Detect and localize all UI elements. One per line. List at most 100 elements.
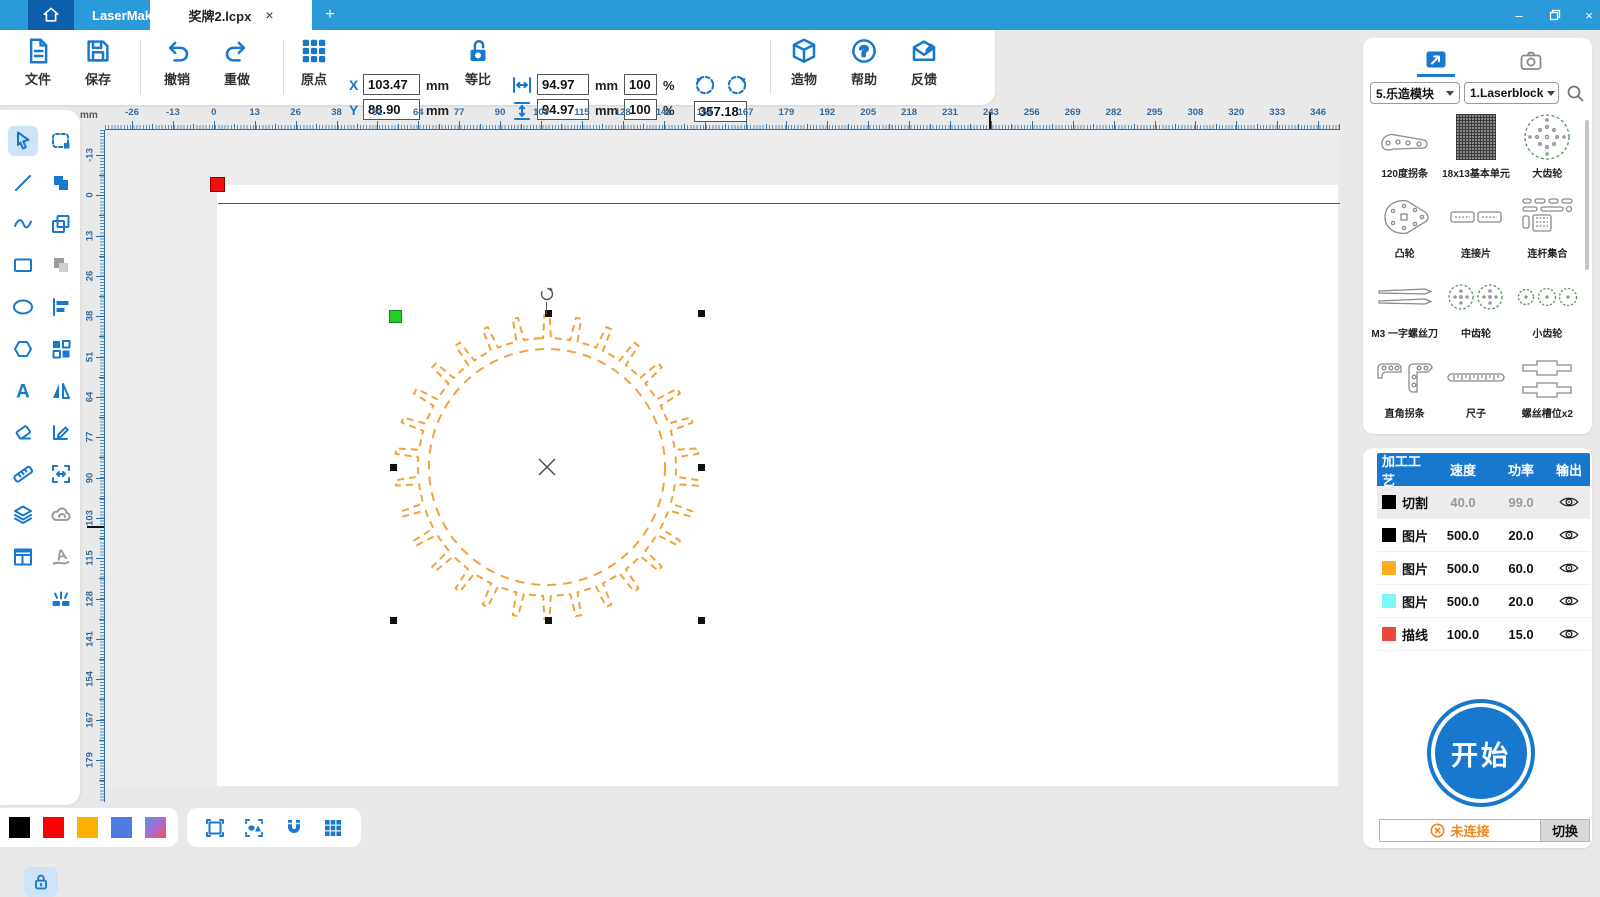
power-value[interactable]: 20.0 (1494, 594, 1548, 609)
connection-status[interactable]: 未连接 (1380, 820, 1540, 841)
origin-button[interactable]: 原点 (288, 36, 340, 100)
subtract-tool[interactable] (46, 250, 76, 280)
library-item[interactable]: M3 一字螺丝刀 (1369, 268, 1440, 340)
palette-gradient[interactable] (145, 817, 166, 838)
rectangle-tool[interactable] (8, 250, 38, 280)
library-item[interactable]: 螺丝槽位x2 (1512, 348, 1583, 420)
horizontal-ruler[interactable]: -26 -13 0 13 26 38 51 64 77 90 103 115 128 141 154 167 1… (105, 106, 1340, 130)
library-item[interactable]: 连接片 (1440, 188, 1511, 260)
selection-handle-bottomleft[interactable] (390, 617, 397, 624)
start-button[interactable]: 开始 (1427, 699, 1535, 807)
save-button[interactable]: 保存 (72, 36, 124, 100)
search-icon[interactable] (1566, 84, 1585, 103)
connection-switch-button[interactable]: 切换 (1540, 820, 1589, 841)
angle-measure-tool[interactable] (46, 417, 76, 447)
power-value[interactable]: 15.0 (1494, 627, 1548, 642)
power-value[interactable]: 99.0 (1494, 495, 1548, 510)
lock-ratio-button[interactable]: 等比 (452, 36, 504, 100)
speed-value[interactable]: 500.0 (1432, 594, 1494, 609)
library-item[interactable]: 120度拐条 (1369, 108, 1440, 180)
canvas-lock-button[interactable] (24, 867, 58, 897)
array-tool[interactable] (46, 334, 76, 364)
maximize-button[interactable] (1538, 0, 1572, 30)
x-input[interactable] (363, 74, 420, 95)
eye-icon[interactable] (1559, 594, 1579, 608)
text-path-tool[interactable]: A (46, 542, 76, 572)
eye-icon[interactable] (1559, 495, 1579, 509)
snap-magnet-icon[interactable] (282, 816, 306, 840)
ruler-tool[interactable] (8, 459, 38, 489)
break-apart-tool[interactable] (46, 583, 76, 613)
feedback-button[interactable]: 反馈 (898, 36, 950, 100)
library-pack-dropdown[interactable]: 1.Laserblock (1464, 82, 1559, 104)
mirror-tool[interactable] (46, 376, 76, 406)
weld-tool[interactable] (46, 500, 76, 530)
frame-tool-icon[interactable] (203, 816, 227, 840)
palette-orange[interactable] (77, 817, 98, 838)
selection-handle-right[interactable] (698, 464, 705, 471)
rotation-handle-icon[interactable] (538, 285, 556, 303)
library-item[interactable]: 连杆集合 (1512, 188, 1583, 260)
home-button[interactable] (28, 0, 74, 30)
library-item[interactable]: 18x13基本单元 (1440, 108, 1511, 180)
line-tool[interactable] (8, 168, 38, 198)
tab-close-icon[interactable]: × (265, 7, 273, 23)
minimize-button[interactable]: – (1502, 0, 1536, 30)
close-button[interactable]: × (1572, 0, 1600, 30)
speed-value[interactable]: 100.0 (1432, 627, 1494, 642)
align-tool[interactable] (46, 292, 76, 322)
file-button[interactable]: 文件 (12, 36, 64, 100)
library-scrollbar[interactable] (1585, 120, 1589, 270)
selection-handle-topright[interactable] (698, 310, 705, 317)
library-item[interactable]: 凸轮 (1369, 188, 1440, 260)
process-row-cut[interactable]: 切割 40.0 99.0 (1377, 486, 1590, 519)
polygon-tool[interactable] (8, 334, 38, 364)
power-value[interactable]: 20.0 (1494, 528, 1548, 543)
gear-drawing[interactable] (105, 130, 1340, 786)
undo-button[interactable]: 撤销 (151, 36, 203, 100)
speed-value[interactable]: 500.0 (1432, 561, 1494, 576)
process-row-image2[interactable]: 图片 500.0 60.0 (1377, 552, 1590, 585)
speed-value[interactable]: 500.0 (1432, 528, 1494, 543)
eye-icon[interactable] (1559, 627, 1579, 641)
create-button[interactable]: 造物 (778, 36, 830, 100)
select-objects-icon[interactable] (242, 816, 266, 840)
table-tool[interactable] (8, 542, 38, 572)
select-tool[interactable] (8, 126, 38, 156)
library-category-dropdown[interactable]: 5.乐造模块 (1370, 82, 1460, 104)
document-tab[interactable]: 奖牌2.lcpx × (150, 0, 312, 30)
process-row-trace[interactable]: 描线 100.0 15.0 (1377, 618, 1590, 651)
selection-handle-topleft-green[interactable] (389, 310, 402, 323)
new-tab-button[interactable]: + (318, 0, 342, 30)
ellipse-tool[interactable] (8, 292, 38, 322)
process-row-image3[interactable]: 图片 500.0 20.0 (1377, 585, 1590, 618)
help-button[interactable]: ? 帮助 (838, 36, 890, 100)
power-value[interactable]: 60.0 (1494, 561, 1548, 576)
marquee-select-tool[interactable] (46, 126, 76, 156)
camera-tab-icon[interactable] (1519, 49, 1543, 73)
curve-tool[interactable] (8, 209, 38, 239)
eye-icon[interactable] (1559, 561, 1579, 575)
library-item[interactable]: 中齿轮 (1440, 268, 1511, 340)
library-item[interactable]: 小齿轮 (1512, 268, 1583, 340)
redo-button[interactable]: 重做 (211, 36, 263, 100)
palette-black[interactable] (9, 817, 30, 838)
selection-handle-bottom[interactable] (545, 617, 552, 624)
eraser-tool[interactable] (8, 417, 38, 447)
palette-red[interactable] (43, 817, 64, 838)
library-item[interactable]: 大齿轮 (1512, 108, 1583, 180)
duplicate-tool[interactable] (46, 209, 76, 239)
rotate-cw-icon[interactable] (724, 72, 750, 98)
rotate-ccw-icon[interactable] (692, 72, 718, 98)
library-item[interactable]: 尺子 (1440, 348, 1511, 420)
selection-handle-bottomright[interactable] (698, 617, 705, 624)
gallery-tab-icon[interactable] (1424, 48, 1448, 72)
selection-handle-left[interactable] (390, 464, 397, 471)
palette-blue[interactable] (111, 817, 132, 838)
fit-center-tool[interactable] (46, 459, 76, 489)
grid-icon[interactable] (321, 816, 345, 840)
width-input[interactable] (537, 74, 589, 95)
width-percent-input[interactable] (624, 74, 657, 95)
vertical-ruler[interactable]: -13 0 13 26 38 51 64 77 90 103 115 128 141 154 167 179 (84, 130, 105, 802)
union-tool[interactable] (46, 168, 76, 198)
